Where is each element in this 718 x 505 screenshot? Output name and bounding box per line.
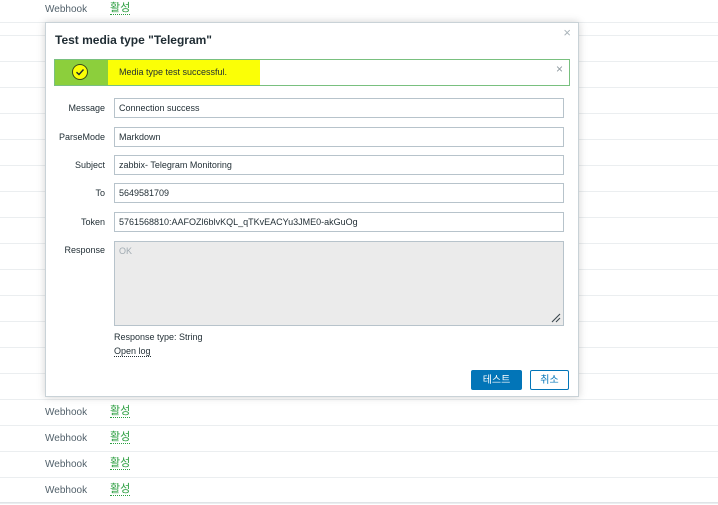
- cancel-button[interactable]: 취소: [530, 370, 569, 390]
- close-icon[interactable]: ×: [563, 25, 571, 40]
- response-type: Response type: String: [114, 332, 203, 342]
- message-input[interactable]: Connection success: [114, 98, 564, 118]
- parsemode-input[interactable]: Markdown: [114, 127, 564, 147]
- response-value: OK: [119, 246, 133, 256]
- table-row: Webhook 활성: [0, 452, 718, 478]
- table-bottom-divider: [0, 502, 718, 503]
- resize-grip-icon[interactable]: [551, 313, 561, 323]
- status-link[interactable]: 활성: [110, 483, 131, 496]
- message-label: Message: [68, 103, 105, 113]
- success-message: Media type test successful. ×: [54, 59, 570, 86]
- token-label: Token: [80, 217, 105, 227]
- table-row: Webhook 활성: [0, 478, 718, 504]
- test-button[interactable]: 테스트: [471, 370, 522, 390]
- status-link[interactable]: 활성: [110, 405, 131, 418]
- open-log-link[interactable]: Open log: [114, 346, 151, 357]
- to-input[interactable]: 5649581709: [114, 183, 564, 203]
- table-row: Webhook 활성: [0, 400, 718, 426]
- status-link[interactable]: 활성: [110, 431, 131, 444]
- type-cell: Webhook: [45, 485, 88, 496]
- type-cell: Webhook: [45, 407, 88, 418]
- response-textarea[interactable]: OK: [114, 241, 564, 326]
- close-message-icon[interactable]: ×: [556, 62, 563, 76]
- message-text: Media type test successful.: [119, 67, 228, 77]
- check-circle-icon: [72, 64, 88, 80]
- parsemode-label: ParseMode: [58, 132, 105, 142]
- message-icon-cell: [55, 60, 108, 85]
- subject-label: Subject: [74, 160, 105, 170]
- table-row: Webhook 활성: [0, 426, 718, 452]
- status-link[interactable]: 활성: [110, 457, 131, 470]
- to-label: To: [95, 188, 105, 198]
- type-cell: Webhook: [45, 459, 88, 470]
- response-label: Response: [64, 245, 105, 255]
- test-media-type-dialog: Test media type "Telegram" × Media type …: [45, 22, 579, 397]
- subject-input[interactable]: zabbix- Telegram Monitoring: [114, 155, 564, 175]
- token-input[interactable]: 5761568810:AAFOZl6blvKQL_qTKvEACYu3JME0-…: [114, 212, 564, 232]
- type-cell: Webhook: [45, 433, 88, 444]
- dialog-title: Test media type "Telegram": [55, 33, 212, 47]
